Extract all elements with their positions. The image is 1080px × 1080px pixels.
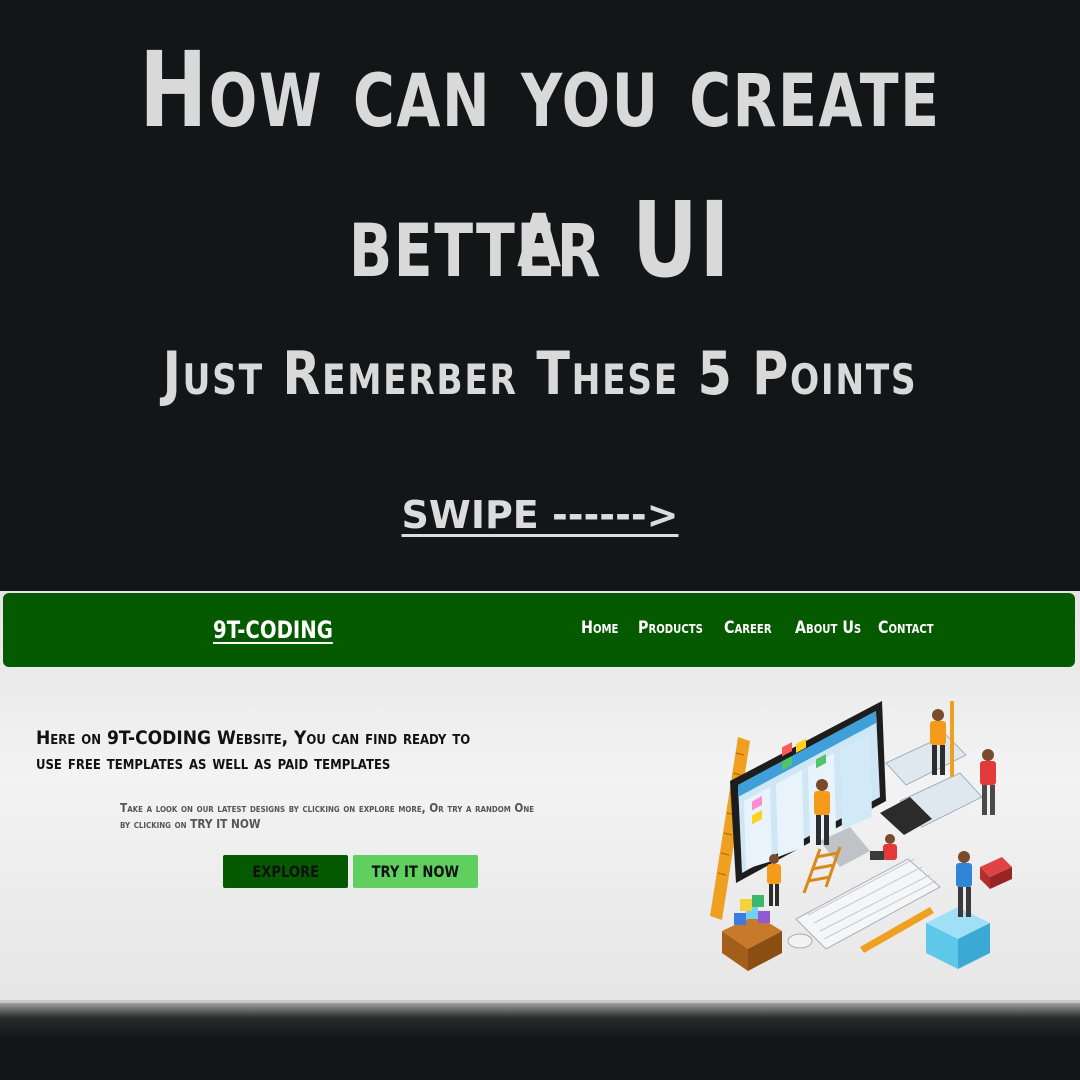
headline-line-2: better UI — [348, 179, 732, 301]
swipe-prompt: SWIPE ------> — [0, 490, 1080, 540]
site-navbar: 9T-CODING Home Products Career About Us … — [3, 593, 1075, 667]
worker-holding-pencil — [930, 701, 954, 777]
nav-link-products[interactable]: Products — [638, 617, 703, 639]
hero-title: Here on 9T-CODING Website, You can find … — [36, 727, 471, 774]
hero-description: Take a look on our latest designs by cli… — [120, 801, 535, 831]
subheadline: Just Remerber These 5 Points — [162, 339, 918, 409]
worker-red-shirt — [980, 749, 996, 815]
nav-link-home[interactable]: Home — [581, 617, 618, 639]
mockup-shadow — [0, 1000, 1080, 1040]
website-mockup: 9T-CODING Home Products Career About Us … — [0, 591, 1080, 1003]
try-it-now-button-label: TRY IT NOW — [371, 862, 460, 881]
swipe-link[interactable]: SWIPE ------> — [402, 493, 679, 537]
ladder — [802, 846, 842, 894]
team-building-dashboard-illustration — [710, 701, 1012, 971]
nav-link-about-us[interactable]: About Us — [795, 617, 861, 639]
keyboard — [795, 858, 941, 950]
nav-link-career[interactable]: Career — [724, 617, 772, 639]
worker-with-laptop — [870, 834, 897, 860]
mouse — [787, 933, 813, 949]
explore-button[interactable]: EXPLORE — [223, 855, 348, 888]
nav-link-contact[interactable]: Contact — [878, 617, 934, 639]
explore-button-label: EXPLORE — [252, 862, 319, 881]
site-logo[interactable]: 9T-CODING — [213, 615, 333, 645]
worker-blue-shirt — [956, 851, 972, 917]
try-it-now-button[interactable]: TRY IT NOW — [353, 855, 478, 888]
poster-page: How can you create a better UI Just Reme… — [0, 0, 1080, 1080]
